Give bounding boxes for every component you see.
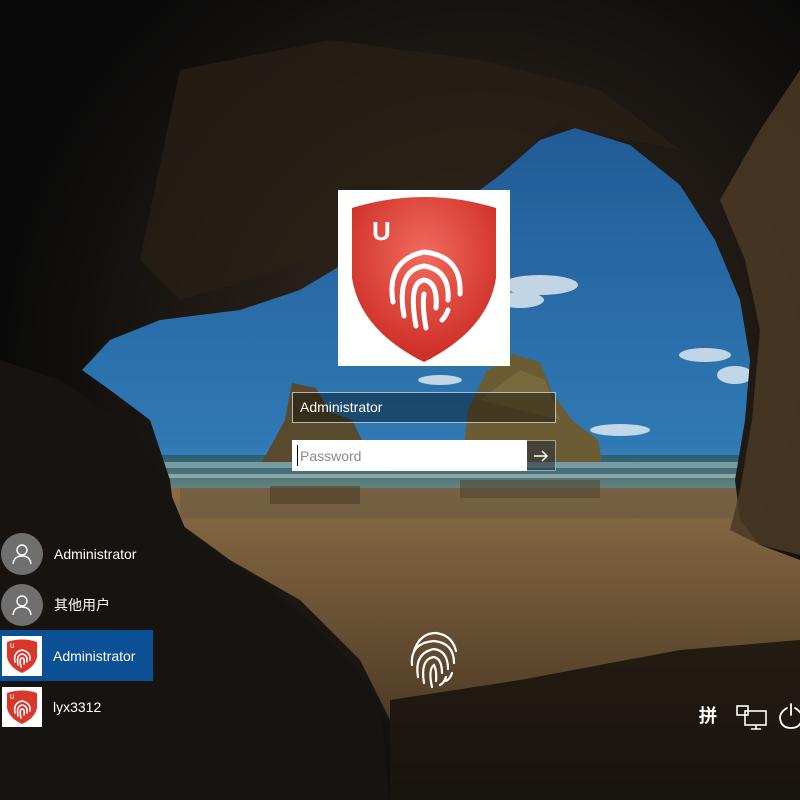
provider-logo: U <box>338 190 510 366</box>
person-icon <box>12 543 32 564</box>
avatar: U <box>2 635 42 676</box>
user-name: lyx3312 <box>53 698 102 715</box>
password-input[interactable] <box>292 440 527 471</box>
fingerprint-shield-logo-icon: U <box>7 690 37 724</box>
avatar-letter: U <box>10 695 14 701</box>
logo-letter: U <box>372 216 391 246</box>
person-icon <box>12 594 32 615</box>
user-tile-lyx3312[interactable]: U lyx3312 <box>0 681 153 732</box>
password-row <box>292 440 556 471</box>
power-icon[interactable] <box>778 702 800 730</box>
user-name: Administrator <box>54 545 137 562</box>
fingerprint-icon[interactable] <box>406 629 462 689</box>
submit-button[interactable] <box>527 440 556 471</box>
text-caret <box>297 445 298 466</box>
avatar <box>1 583 43 626</box>
avatar <box>1 532 43 575</box>
user-name: 其他用户 <box>54 596 110 613</box>
username-field[interactable]: Administrator <box>292 392 556 423</box>
network-icon[interactable] <box>735 702 769 730</box>
user-tile-administrator-selected[interactable]: U Administrator <box>0 630 153 681</box>
user-name: Administrator <box>53 647 136 664</box>
fingerprint-shield-logo-icon: U <box>7 639 37 673</box>
input-method-button[interactable]: 拼 <box>697 702 719 730</box>
user-tile-other-user[interactable]: 其他用户 <box>0 579 153 630</box>
avatar-letter: U <box>10 644 14 650</box>
avatar: U <box>2 686 42 727</box>
user-tile-administrator[interactable]: Administrator <box>0 528 153 579</box>
arrow-right-icon <box>534 449 549 462</box>
